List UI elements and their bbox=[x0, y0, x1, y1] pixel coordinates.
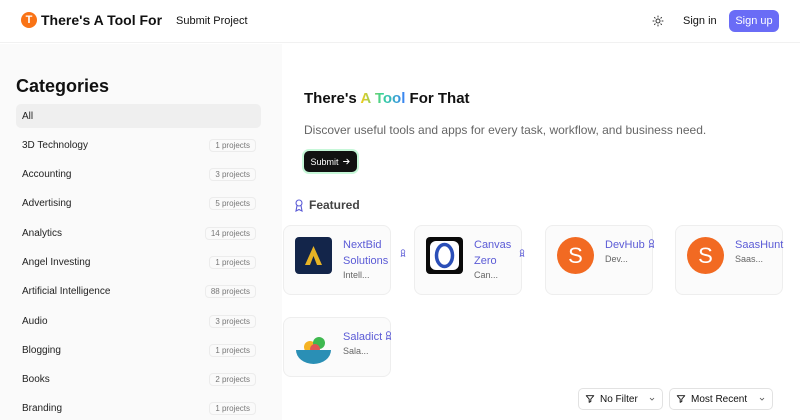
site-logo[interactable]: T There's A Tool For bbox=[21, 12, 162, 28]
project-count-badge: 1 projects bbox=[209, 138, 256, 152]
category-label: All bbox=[22, 110, 34, 122]
category-item-3d-technology[interactable]: 3D Technology 1 projects bbox=[16, 133, 261, 157]
category-label: Audio bbox=[22, 315, 48, 327]
funnel-icon bbox=[585, 395, 595, 403]
tool-name-text: DevHub bbox=[605, 239, 645, 251]
submit-label: Submit bbox=[310, 156, 339, 167]
chevron-down-icon bbox=[649, 397, 655, 401]
category-item-audio[interactable]: Audio 3 projects bbox=[16, 309, 261, 333]
tool-name-text: Saladict bbox=[343, 331, 383, 343]
svg-text:S: S bbox=[698, 243, 713, 268]
filter-select[interactable]: No Filter bbox=[578, 388, 663, 410]
tool-name[interactable]: Canvas Zero bbox=[474, 237, 520, 269]
project-count-badge: 1 projects bbox=[209, 402, 256, 416]
categories-sidebar: Categories All 3D Technology 1 projects … bbox=[0, 44, 282, 420]
tool-description: Saas... bbox=[735, 254, 764, 264]
hero-subtitle: Discover useful tools and apps for every… bbox=[304, 123, 707, 137]
canvas-zero-logo-icon bbox=[426, 237, 463, 274]
award-icon bbox=[295, 198, 303, 212]
tool-description: Sala... bbox=[343, 346, 369, 356]
award-icon bbox=[400, 249, 406, 257]
featured-label: Featured bbox=[309, 198, 360, 212]
award-icon bbox=[648, 239, 654, 249]
saladict-logo-icon bbox=[295, 330, 332, 367]
category-item-analytics[interactable]: Analytics 14 projects bbox=[16, 221, 261, 245]
project-count-badge: 88 projects bbox=[204, 285, 256, 299]
category-item-angel-investing[interactable]: Angel Investing 1 projects bbox=[16, 250, 261, 274]
category-item-artificial-intelligence[interactable]: Artificial Intelligence 88 projects bbox=[16, 280, 261, 304]
nextbid-logo-icon bbox=[295, 237, 332, 274]
category-label: Advertising bbox=[22, 198, 72, 210]
tool-card-saashunt[interactable]: S SaasHunt Saas... bbox=[675, 225, 783, 295]
category-label: Blogging bbox=[22, 344, 61, 356]
tool-card-saladict[interactable]: Saladict Sala... bbox=[283, 317, 392, 377]
tool-name[interactable]: DevHub bbox=[605, 237, 665, 253]
tool-card-devhub[interactable]: S DevHub Dev... bbox=[545, 225, 654, 295]
tool-description: Can... bbox=[474, 270, 499, 280]
category-label: Artificial Intelligence bbox=[22, 286, 111, 298]
devhub-logo-icon: S bbox=[557, 237, 594, 274]
site-title: There's A Tool For bbox=[41, 12, 163, 28]
svg-text:S: S bbox=[568, 243, 583, 268]
category-item-branding[interactable]: Branding 1 projects bbox=[16, 397, 261, 420]
hero-title: There's A Tool For That bbox=[304, 90, 470, 107]
submit-button[interactable]: Submit bbox=[304, 151, 357, 172]
sun-icon[interactable] bbox=[650, 13, 666, 29]
filter-value: No Filter bbox=[600, 393, 638, 405]
tool-description: Dev... bbox=[605, 254, 628, 264]
tool-name[interactable]: Saladict bbox=[343, 329, 405, 345]
category-item-advertising[interactable]: Advertising 5 projects bbox=[16, 192, 261, 216]
sort-select[interactable]: Most Recent bbox=[669, 388, 773, 410]
categories-heading: Categories bbox=[16, 76, 110, 96]
project-count-badge: 5 projects bbox=[209, 197, 256, 211]
project-count-badge: 3 projects bbox=[209, 168, 256, 182]
top-header: T There's A Tool For Submit Project Sign… bbox=[0, 0, 800, 43]
category-item-all[interactable]: All bbox=[16, 104, 261, 128]
category-item-books[interactable]: Books 2 projects bbox=[16, 368, 261, 392]
funnel-icon bbox=[676, 395, 686, 403]
hero-title-highlight: A Tool bbox=[360, 90, 406, 107]
category-label: Analytics bbox=[22, 227, 63, 239]
chevron-down-icon bbox=[759, 397, 765, 401]
category-list: All 3D Technology 1 projects Accounting … bbox=[16, 104, 261, 420]
tool-name[interactable]: NextBid Solutions bbox=[343, 237, 389, 269]
category-label: 3D Technology bbox=[22, 139, 88, 151]
arrow-right-icon bbox=[342, 158, 350, 165]
sign-up-button[interactable]: Sign up bbox=[729, 10, 779, 32]
hero-title-end: For That bbox=[405, 90, 470, 107]
tool-description: Intell... bbox=[343, 270, 370, 280]
category-label: Angel Investing bbox=[22, 256, 91, 268]
category-item-blogging[interactable]: Blogging 1 projects bbox=[16, 338, 261, 362]
saashunt-logo-icon: S bbox=[687, 237, 724, 274]
logo-icon: T bbox=[21, 12, 37, 28]
submit-project-link[interactable]: Submit Project bbox=[176, 15, 248, 27]
tool-card-canvas-zero[interactable]: Canvas Zero Can... bbox=[414, 225, 525, 295]
tool-name[interactable]: SaasHunt bbox=[735, 237, 795, 253]
award-icon bbox=[386, 331, 392, 341]
sort-value: Most Recent bbox=[691, 393, 748, 405]
hero-title-start: There's bbox=[304, 90, 361, 107]
project-count-badge: 1 projects bbox=[209, 255, 256, 269]
featured-heading: Featured bbox=[294, 198, 360, 212]
sign-in-link[interactable]: Sign in bbox=[683, 15, 717, 27]
project-count-badge: 2 projects bbox=[209, 373, 256, 387]
category-item-accounting[interactable]: Accounting 3 projects bbox=[16, 163, 261, 187]
category-label: Accounting bbox=[22, 169, 72, 181]
category-label: Books bbox=[22, 374, 50, 386]
project-count-badge: 14 projects bbox=[204, 226, 256, 240]
category-label: Branding bbox=[22, 403, 63, 415]
award-icon bbox=[519, 249, 525, 257]
project-count-badge: 1 projects bbox=[209, 343, 256, 357]
tool-card-nextbid[interactable]: NextBid Solutions Intell... bbox=[283, 225, 406, 295]
project-count-badge: 3 projects bbox=[209, 314, 256, 328]
